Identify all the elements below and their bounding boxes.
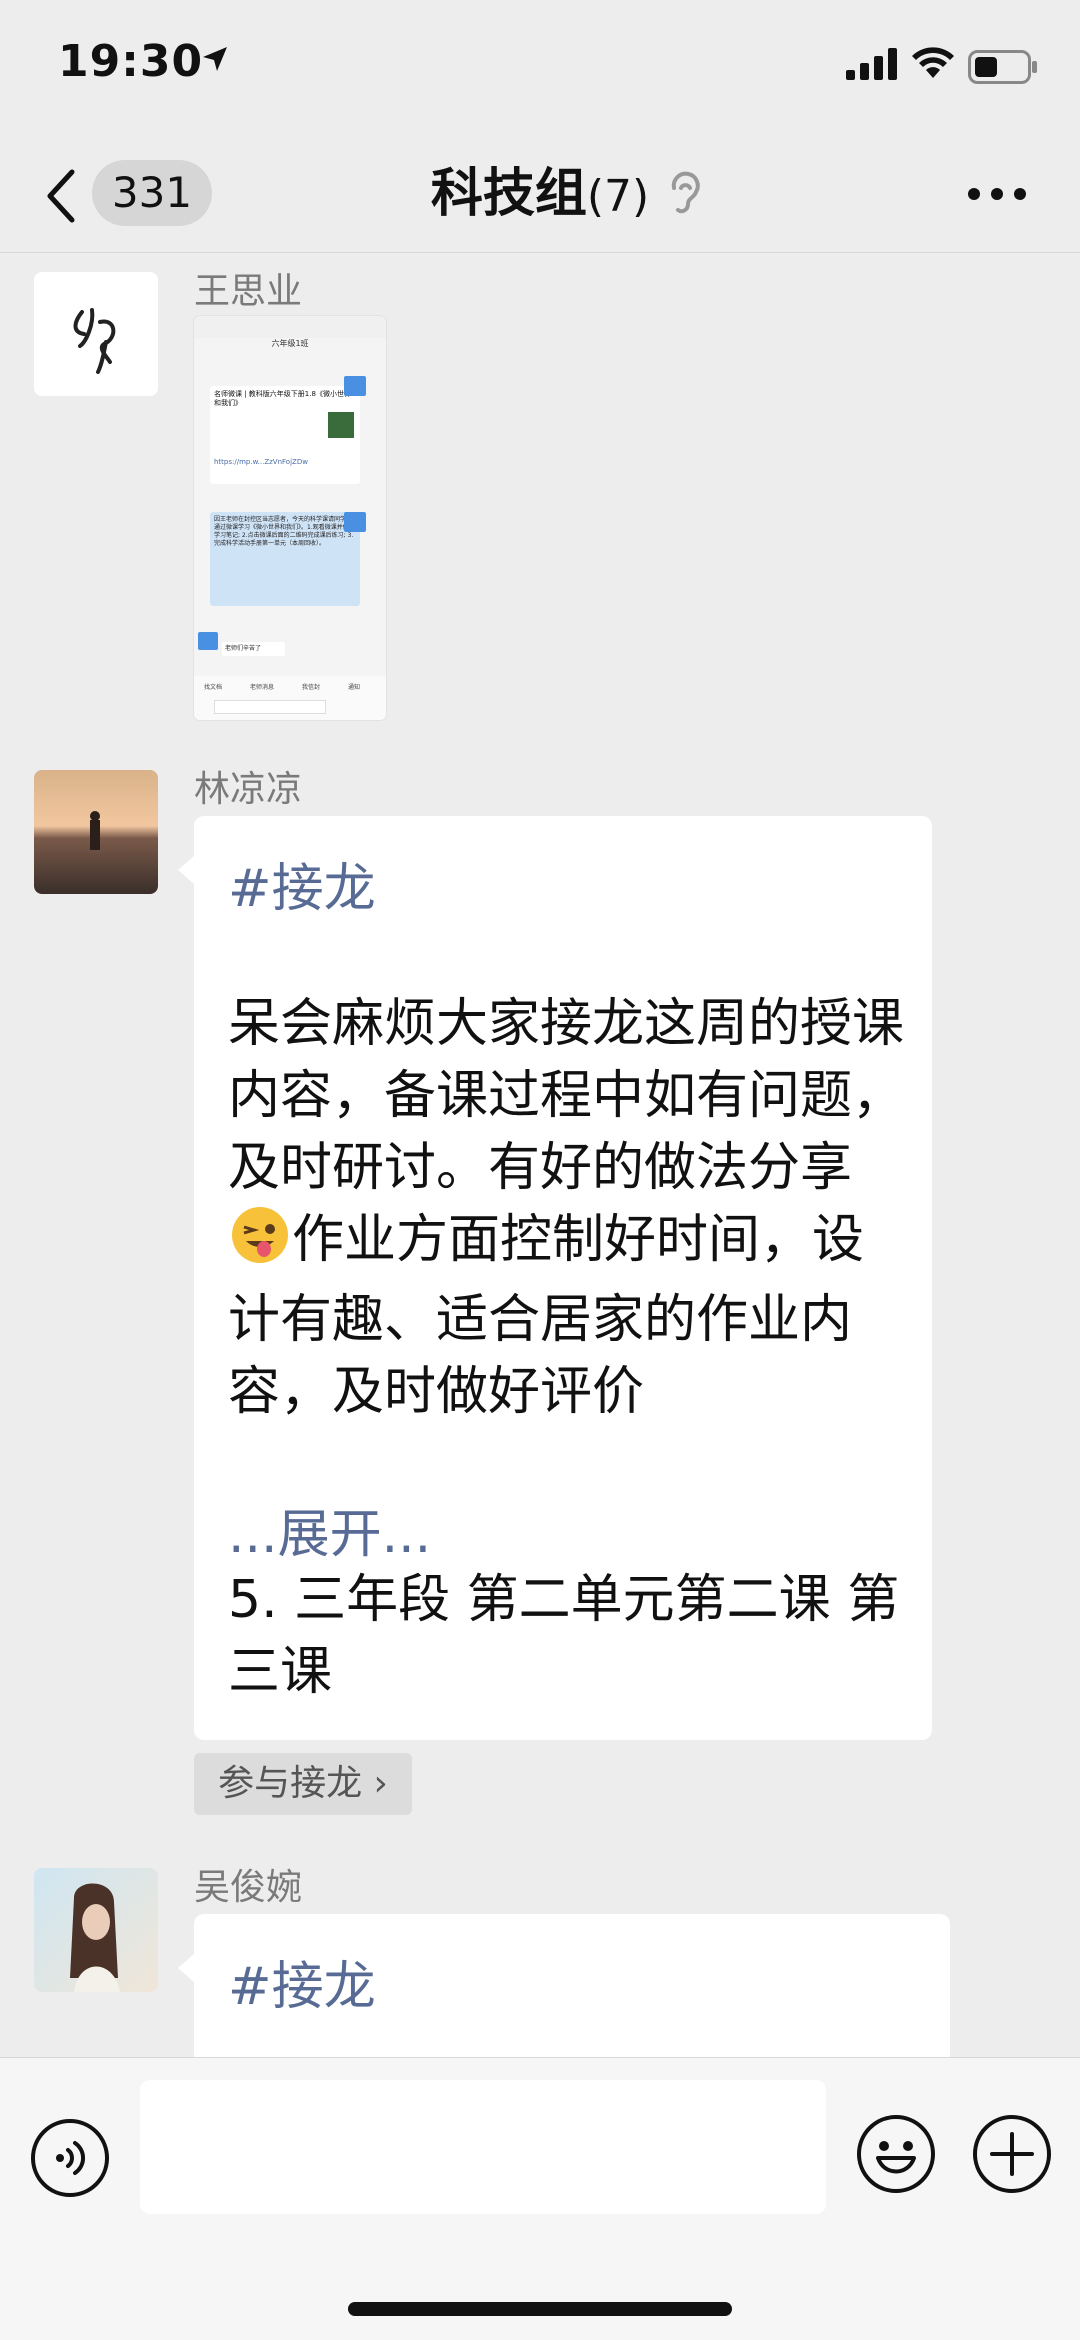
member-count: (7) [586,171,650,222]
thumb-reply: 老师们辛苦了 [222,642,285,656]
status-time: 19:30 [58,36,204,87]
group-name: 科技组 [430,164,587,224]
jielong-message-bubble[interactable]: #接龙 呆会麻烦大家接龙这周的授课内容，备课过程中如有问题，及时研讨。有好的做法… [178,816,932,1740]
avatar[interactable] [34,770,158,894]
sender-name: 王思业 [194,271,303,312]
chat-title: 科技组(7) [0,156,1080,235]
message-text-part-1: 呆会麻烦大家接龙这周的授课内容，备课过程中如有问题，及时研讨。有好的做法分享 [228,994,905,1198]
thumb-tool-1: 找文档 [204,684,223,691]
status-bar: 19:30 [0,0,1080,140]
sender-name: 林凉凉 [194,769,303,810]
message-text-part-2: 作业方面控制好时间，设计有趣、适合居家的作业内容，及时做好评价 [228,1210,865,1422]
battery-icon [968,50,1038,88]
jielong-tag[interactable]: #接龙 [228,846,376,921]
cellular-signal-icon [846,48,898,84]
shared-screenshot-image[interactable]: 六年级1班 名师微课 | 教科版六年级下册1.8《微小世界和我们》 https:… [194,316,386,720]
location-arrow-icon [200,44,230,78]
thumb-notice: 因王老师在封控区当志愿者，今天的科学课请同学们通过微课学习《微小世界和我们》。1… [210,512,360,606]
avatar[interactable] [34,1868,158,1992]
message-input-bar [0,2057,1080,2340]
chat-header: 331 科技组(7) [0,140,1080,253]
voice-input-icon[interactable] [30,2118,110,2202]
thumb-link: https://mp.w...ZzVnFojZDw [214,458,308,466]
earpiece-mode-icon [668,170,702,220]
more-options-icon[interactable] [966,186,1028,206]
wink-tongue-emoji-icon [230,1205,290,1284]
add-attachment-icon[interactable] [972,2114,1052,2198]
message-body: 呆会麻烦大家接龙这周的授课内容，备课过程中如有问题，及时研讨。有好的做法分享 作… [228,988,908,1428]
jielong-tag[interactable]: #接龙 [228,1944,376,2019]
thumb-tool-4: 通知 [348,684,361,691]
join-jielong-button[interactable]: 参与接龙 › [194,1753,412,1815]
thumb-card-title: 名师微课 | 教科版六年级下册1.8《微小世界和我们》 [214,390,351,407]
wifi-icon [910,44,956,84]
thumb-tool-3: 我信封 [302,684,321,691]
thumb-title: 六年级1班 [271,339,309,348]
home-indicator[interactable] [348,2302,732,2316]
message-input[interactable] [140,2080,826,2214]
sender-name: 吴俊婉 [194,1867,303,1908]
thumb-tool-2: 老师消息 [250,684,275,691]
avatar[interactable] [34,272,158,396]
emoji-icon[interactable] [856,2114,936,2198]
jielong-item: 5. 三年段 第二单元第二课 第三课 [228,1570,900,1702]
expand-link[interactable]: ...展开... [228,1492,431,1567]
